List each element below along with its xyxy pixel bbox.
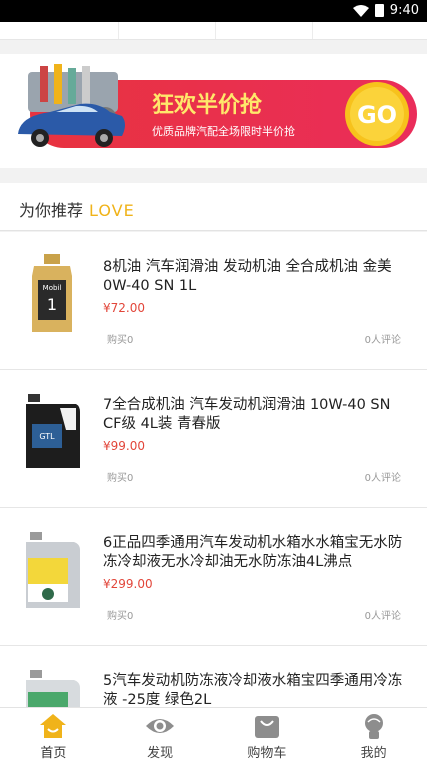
tab-cart-label: 购物车 (247, 746, 287, 759)
svg-text:GTL: GTL (39, 432, 55, 441)
product-item[interactable]: GTL 7全合成机油 汽车发动机润滑油 10W-40 SN CF级 4L装 青春… (0, 370, 427, 508)
product-item[interactable]: 6正品四季通用汽车发动机水箱水水箱宝无水防冻冷却液无水冷却油无水防冻油4L沸点 … (0, 508, 427, 646)
promo-banner[interactable]: 狂欢半价抢 优质品牌汽配全场限时半价抢 GO (10, 64, 417, 156)
product-price: ¥72.00 (103, 301, 145, 315)
banner-go-button[interactable]: GO (357, 101, 397, 129)
product-comment-count: 0人评论 (364, 473, 401, 484)
product-name: 8机油 汽车润滑油 发动机油 全合成机油 金美 0W-40 SN 1L (103, 259, 392, 294)
wifi-icon (352, 4, 369, 17)
recommend-header: 为你推荐 LOVE (0, 183, 427, 231)
product-bought-count: 购买0 (107, 473, 134, 484)
tab-home-label: 首页 (40, 746, 67, 759)
tab-mine[interactable]: 我的 (320, 708, 427, 759)
product-list: Mobil 1 8机油 汽车润滑油 发动机油 全合成机油 金美 0W-40 SN… (0, 232, 427, 759)
product-bought-count: 购买0 (107, 611, 134, 622)
eye-icon (146, 719, 175, 733)
product-name: 6正品四季通用汽车发动机水箱水水箱宝无水防冻冷却液无水冷却油无水防冻油4L沸点 (103, 535, 403, 570)
top-category-strip (0, 22, 427, 40)
recommend-title: 为你推荐 LOVE (19, 197, 135, 221)
tab-discover-label: 发现 (147, 746, 174, 759)
bottom-tab-bar: 首页 发现 购物车 我的 (0, 707, 427, 759)
banner-headline: 狂欢半价抢 (152, 92, 263, 118)
tab-discover[interactable]: 发现 (107, 708, 214, 759)
product-bought-count: 购买0 (107, 335, 134, 346)
recommend-accent: LOVE (89, 201, 135, 220)
tab-home[interactable]: 首页 (0, 708, 107, 759)
product-name: 5汽车发动机防冻液冷却液水箱宝四季通用冷冻液 -25度 绿色2L (103, 673, 403, 708)
bag-icon (254, 716, 279, 738)
product-name: 7全合成机油 汽车发动机润滑油 10W-40 SN CF级 4L装 青春版 (103, 397, 391, 432)
tab-mine-label: 我的 (360, 746, 387, 759)
product-price: ¥299.00 (103, 577, 153, 591)
status-bar: 9:40 (0, 0, 427, 22)
product-image-oil-bottle-gold: Mobil 1 (32, 254, 72, 332)
status-time: 9:40 (389, 3, 419, 18)
product-price: ¥99.00 (103, 439, 145, 453)
person-icon (364, 714, 383, 739)
home-icon (40, 714, 67, 738)
product-comment-count: 0人评论 (364, 611, 401, 622)
battery-icon (374, 4, 384, 17)
promo-banner-container: 狂欢半价抢 优质品牌汽配全场限时半价抢 GO (0, 54, 427, 168)
svg-text:1: 1 (47, 295, 57, 314)
product-image-coolant-jug (26, 532, 80, 608)
product-comment-count: 0人评论 (364, 335, 401, 346)
banner-subline: 优质品牌汽配全场限时半价抢 (152, 124, 295, 138)
product-image-oil-jug-black: GTL (26, 394, 80, 468)
product-item[interactable]: Mobil 1 8机油 汽车润滑油 发动机油 全合成机油 金美 0W-40 SN… (0, 232, 427, 370)
svg-text:Mobil: Mobil (43, 284, 62, 292)
tab-cart[interactable]: 购物车 (214, 708, 321, 759)
recommend-label: 为你推荐 (19, 201, 84, 220)
